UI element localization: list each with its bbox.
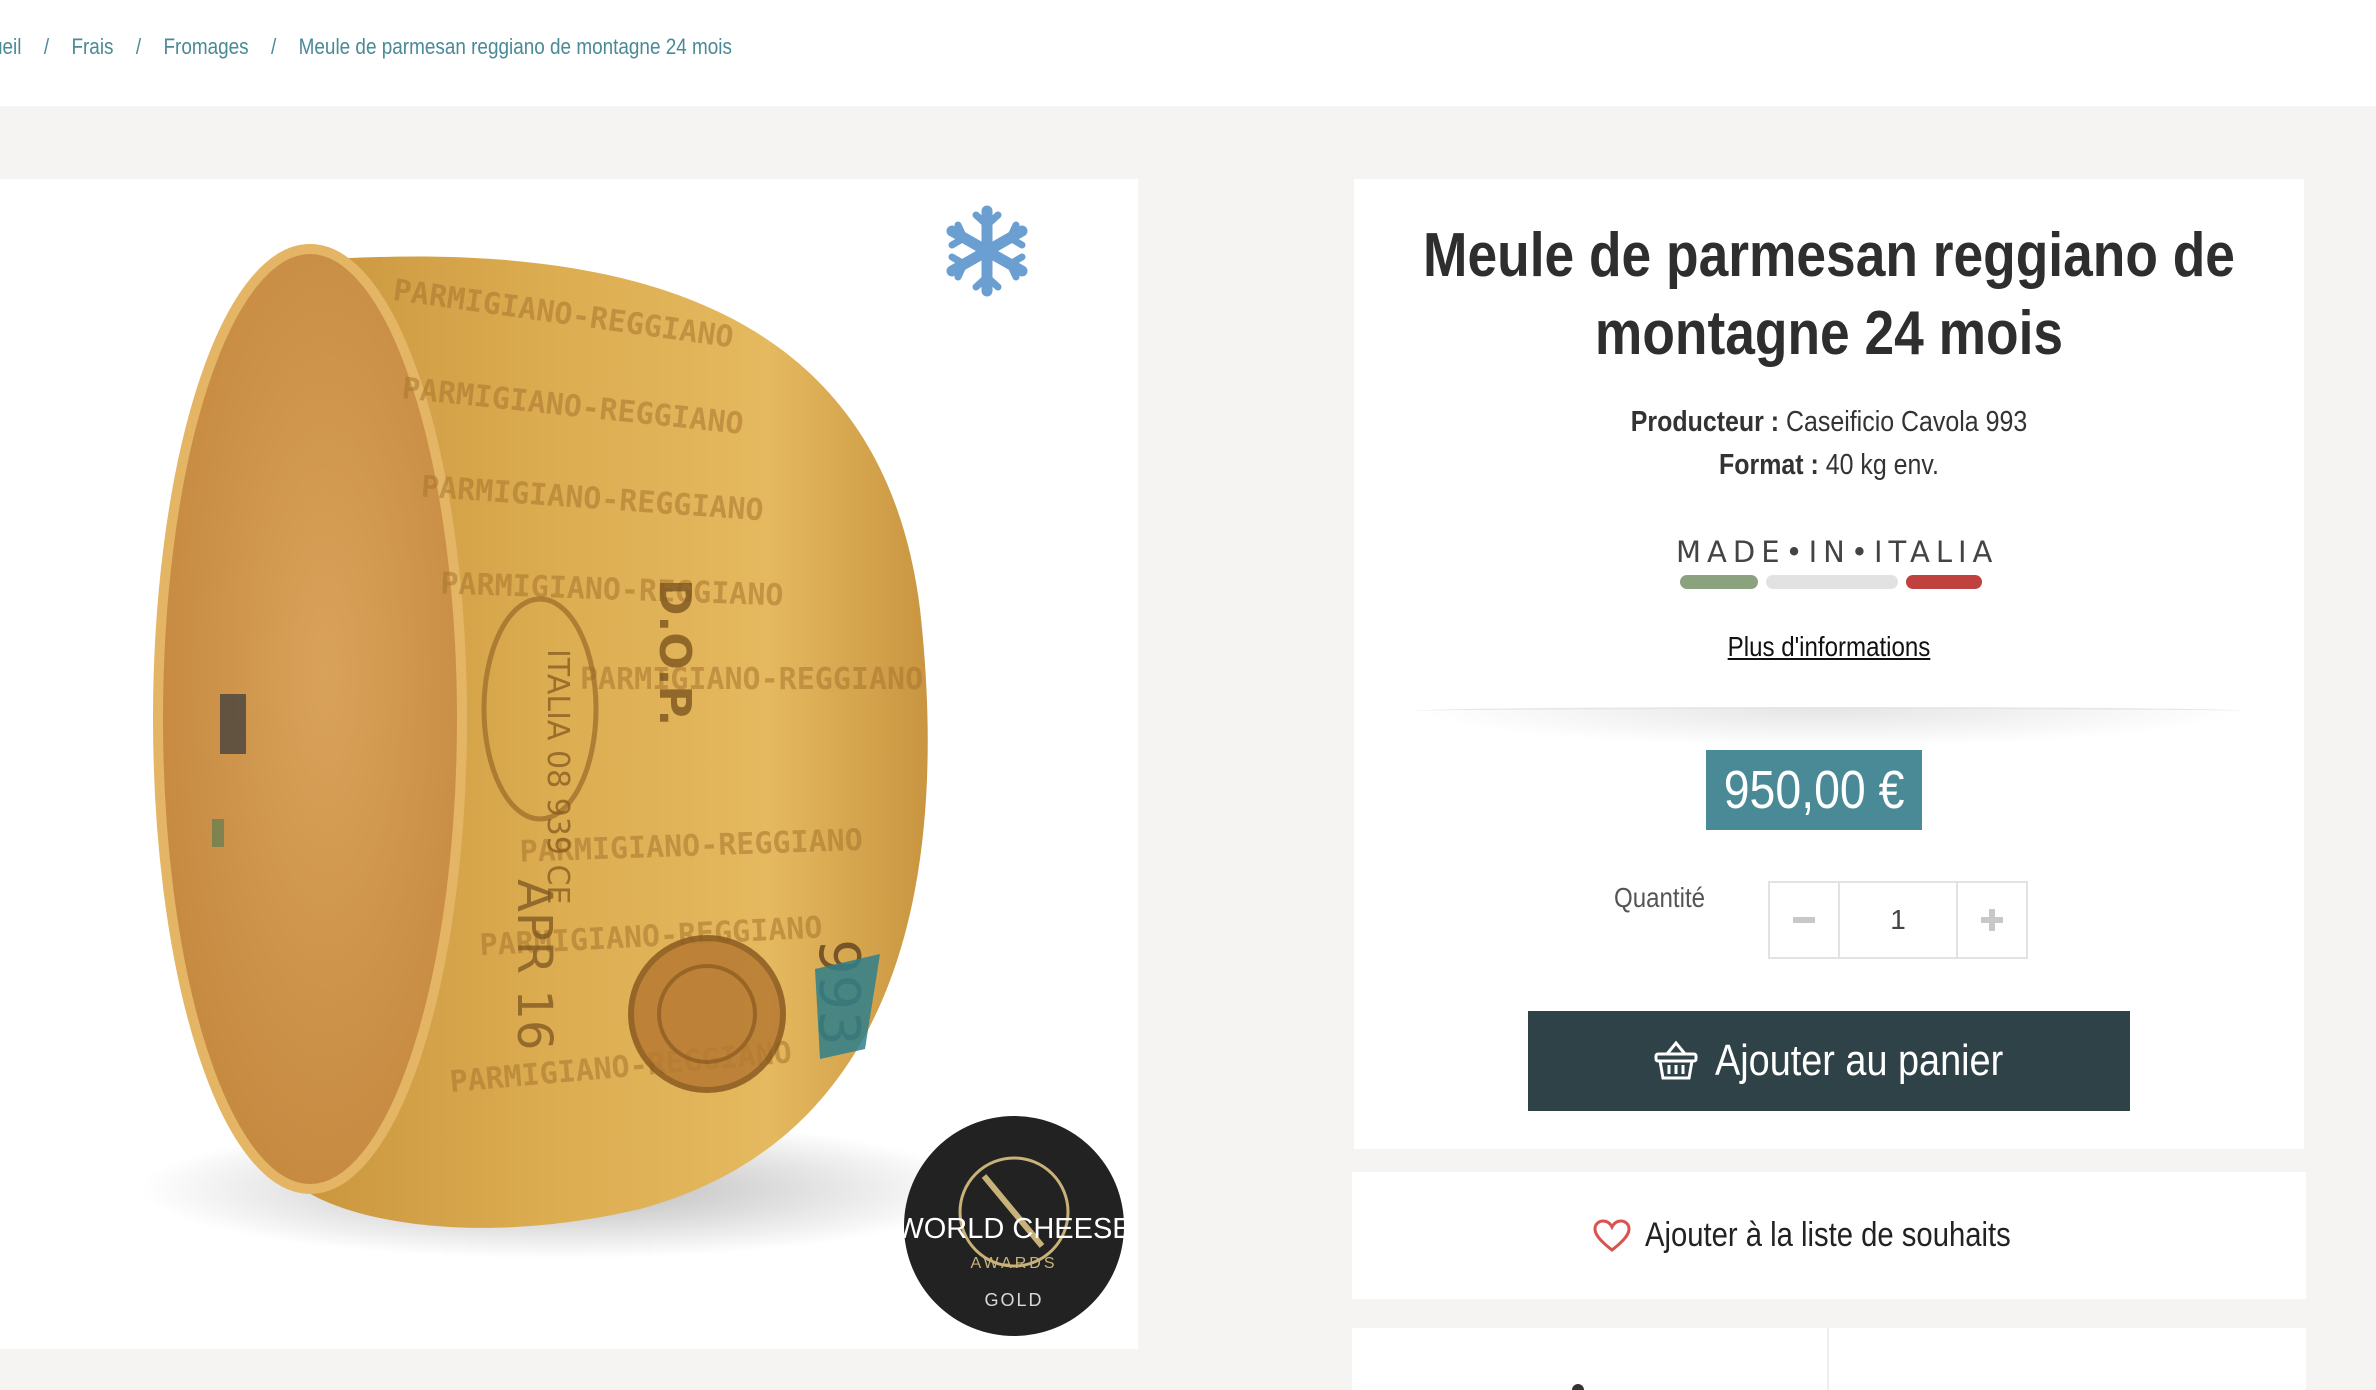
breadcrumb-bar: ueil / Frais / Fromages / Meule de parme… — [0, 0, 2376, 106]
add-to-wishlist-button[interactable]: Ajouter à la liste de souhaits — [1352, 1172, 2306, 1299]
product-title-line: montagne 24 mois — [1594, 299, 2064, 368]
breadcrumb-home[interactable]: ueil — [0, 34, 21, 60]
product-meta: Producteur : Caseificio Cavola 993 Forma… — [1354, 401, 2304, 487]
wheel-dop: D.O.P. — [649, 579, 700, 726]
wishlist-label: Ajouter à la liste de souhaits — [1645, 1216, 2011, 1254]
award-subtitle: AWARDS — [970, 1255, 1057, 1272]
made-in-italia-text: MADE•IN•ITALIA — [1676, 535, 1999, 569]
wheel-text: PARMIGIANO-REGGIANO — [580, 662, 923, 697]
format-value: 40 kg env. — [1825, 449, 1939, 481]
breadcrumb-frais[interactable]: Frais — [71, 34, 113, 60]
producer-value: Caseificio Cavola 993 — [1785, 406, 2028, 438]
quantity-increase-button[interactable] — [1958, 883, 2026, 957]
flag-red — [1906, 575, 1982, 589]
quantity-stepper: 1 — [1768, 881, 2028, 959]
basket-icon — [1654, 1040, 1698, 1080]
plus-icon — [1981, 909, 2003, 931]
format-row: Format : 40 kg env. — [1421, 444, 2238, 487]
breadcrumb-separator: / — [271, 34, 277, 59]
add-to-cart-label: Ajouter au panier — [1715, 1036, 2004, 1085]
award-title: WORLD CHEESE — [904, 1213, 1124, 1245]
heart-icon — [1593, 1218, 1631, 1252]
quantity-label: Quantité — [1614, 882, 1706, 913]
world-cheese-awards-badge: WORLD CHEESE AWARDS GOLD — [904, 1116, 1124, 1336]
price-value: 950,00 € — [1723, 760, 1905, 820]
breadcrumb: ueil / Frais / Fromages / Meule de parme… — [0, 34, 732, 60]
flag-green — [1680, 575, 1758, 589]
product-title: Meule de parmesan reggiano de montagne 2… — [1421, 217, 2238, 373]
quantity-decrease-button[interactable] — [1770, 883, 1838, 957]
product-image-panel[interactable]: PARMIGIANO-REGGIANO PARMIGIANO-REGGIANO … — [0, 179, 1138, 1349]
price-tag: 950,00 € — [1706, 750, 1922, 830]
more-info-link[interactable]: Plus d'informations — [1421, 631, 2238, 663]
breadcrumb-separator: / — [43, 34, 50, 59]
wheel-date: APR 16 — [506, 879, 562, 1050]
snowflake-icon — [946, 205, 1028, 297]
breadcrumb-fromages[interactable]: Fromages — [163, 34, 248, 60]
format-label: Format : — [1719, 449, 1819, 481]
divider — [1827, 1328, 1829, 1390]
italian-flag-bar — [1676, 575, 1982, 589]
info-icon — [1572, 1384, 1584, 1390]
producer-row: Producteur : Caseificio Cavola 993 — [1421, 401, 2238, 444]
wheel-stamp: ITALIA 08 939 CE — [540, 649, 575, 904]
add-to-cart-button[interactable]: Ajouter au panier — [1528, 1011, 2130, 1111]
award-level: GOLD — [984, 1290, 1043, 1310]
flag-white — [1766, 575, 1898, 589]
product-info-card: Meule de parmesan reggiano de montagne 2… — [1354, 179, 2304, 1149]
quantity-input[interactable]: 1 — [1838, 883, 1958, 957]
producer-label: Producteur : — [1630, 406, 1780, 438]
breadcrumb-separator: / — [135, 34, 142, 59]
product-title-line: Meule de parmesan reggiano de — [1423, 221, 2235, 290]
breadcrumb-current[interactable]: Meule de parmesan reggiano de montagne 2… — [299, 34, 732, 60]
divider — [1414, 707, 2244, 747]
made-in-italia-logo: MADE•IN•ITALIA — [1676, 535, 1999, 595]
minus-icon — [1793, 917, 1815, 923]
secondary-info-card — [1352, 1328, 2306, 1390]
